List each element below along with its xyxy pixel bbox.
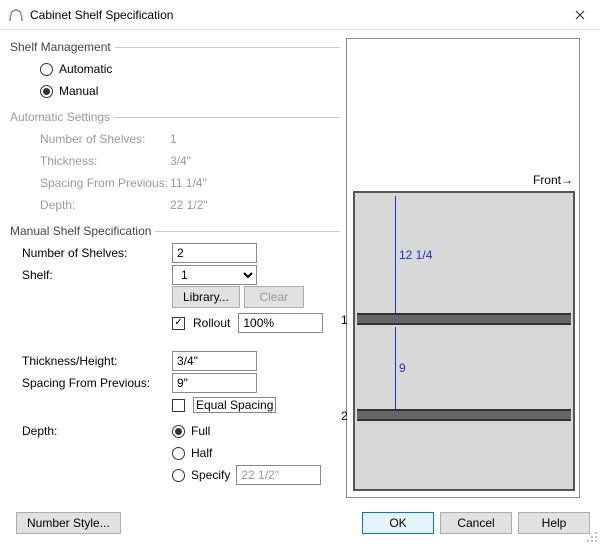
manual-radio-row[interactable]: Manual (40, 80, 340, 102)
help-button[interactable]: Help (518, 512, 590, 534)
shelf-1-label: 1 (341, 313, 348, 327)
auto-spacing-value: 11 1/4" (170, 176, 207, 190)
manual-spacing-row: Spacing From Previous: (22, 372, 340, 394)
manual-label: Manual (59, 84, 98, 98)
manual-head-label: Manual Shelf Specification (10, 224, 151, 238)
shelf-2-label: 2 (341, 409, 348, 423)
clear-button[interactable]: Clear (244, 286, 304, 308)
depth-full-row: Depth: Full (22, 420, 340, 442)
auto-num-label: Number of Shelves: (40, 132, 170, 146)
rollout-row: ✓ Rollout (172, 312, 340, 334)
front-label: Front→ (533, 173, 573, 187)
auto-settings-head: Automatic Settings (10, 110, 340, 124)
depth-half-label: Half (191, 446, 212, 460)
resize-grip-icon[interactable] (586, 531, 598, 543)
auto-num-value: 1 (170, 132, 177, 146)
auto-num-row: Number of Shelves: 1 (40, 128, 340, 150)
radio-icon (172, 469, 185, 482)
manual-num-label: Number of Shelves: (22, 246, 172, 260)
dialog-footer: Number Style... OK Cancel Help (0, 505, 600, 541)
depth-specify-input[interactable] (236, 465, 321, 485)
radio-icon (40, 85, 53, 98)
manual-shelf-row: Shelf: 1 (22, 264, 340, 286)
manual-depth-label: Depth: (22, 424, 172, 438)
automatic-label: Automatic (59, 62, 112, 76)
depth-half-row[interactable]: Half (22, 442, 340, 464)
automatic-radio-row[interactable]: Automatic (40, 58, 340, 80)
radio-icon (172, 447, 185, 460)
equal-spacing-row: Equal Spacing (172, 394, 340, 416)
manual-num-row: Number of Shelves: (22, 242, 340, 264)
shelf-management-label: Shelf Management (10, 40, 111, 54)
manual-thick-label: Thickness/Height: (22, 354, 172, 368)
depth-specify-row[interactable]: Specify (22, 464, 340, 486)
manual-thick-row: Thickness/Height: (22, 350, 340, 372)
titlebar: Cabinet Shelf Specification (0, 0, 600, 30)
dim-12-1-4: 12 1/4 (399, 248, 432, 262)
auto-spacing-label: Spacing From Previous: (40, 176, 170, 190)
depth-full-label[interactable]: Full (191, 424, 210, 438)
close-button[interactable] (560, 0, 600, 30)
auto-thick-label: Thickness: (40, 154, 170, 168)
dim-9: 9 (399, 361, 406, 375)
equal-spacing-label: Equal Spacing (193, 397, 276, 413)
depth-specify-label: Specify (191, 468, 230, 482)
auto-thick-row: Thickness: 3/4" (40, 150, 340, 172)
auto-depth-row: Depth: 22 1/2" (40, 194, 340, 216)
auto-spacing-row: Spacing From Previous: 11 1/4" (40, 172, 340, 194)
spacing-input[interactable] (172, 373, 257, 393)
manual-shelf-label: Shelf: (22, 268, 172, 282)
manual-head: Manual Shelf Specification (10, 224, 340, 238)
app-icon (8, 7, 24, 23)
rollout-label: Rollout (193, 316, 230, 330)
ok-button[interactable]: OK (362, 512, 434, 534)
cabinet-graphic: 12 1/4 1 9 2 (353, 191, 575, 491)
auto-depth-label: Depth: (40, 198, 170, 212)
rollout-input[interactable] (238, 313, 323, 333)
library-button[interactable]: Library... (172, 286, 240, 308)
manual-spacing-label: Spacing From Previous: (22, 376, 172, 390)
radio-icon (40, 63, 53, 76)
shelf-select[interactable]: 1 (172, 265, 257, 285)
cancel-button[interactable]: Cancel (440, 512, 512, 534)
radio-icon[interactable] (172, 425, 185, 438)
number-style-button[interactable]: Number Style... (16, 512, 121, 534)
auto-depth-value: 22 1/2" (170, 198, 208, 212)
shelf-2: 2 (357, 409, 571, 421)
shelf-1: 1 (357, 313, 571, 325)
auto-settings-label: Automatic Settings (10, 110, 110, 124)
equal-spacing-checkbox[interactable] (172, 399, 185, 412)
auto-thick-value: 3/4" (170, 154, 191, 168)
shelf-management-head: Shelf Management (10, 40, 340, 54)
preview-pane: Front→ 12 1/4 1 9 2 (346, 38, 580, 498)
rollout-checkbox[interactable]: ✓ (172, 317, 185, 330)
thickness-input[interactable] (172, 351, 257, 371)
number-of-shelves-input[interactable] (172, 243, 257, 263)
window-title: Cabinet Shelf Specification (30, 8, 560, 22)
